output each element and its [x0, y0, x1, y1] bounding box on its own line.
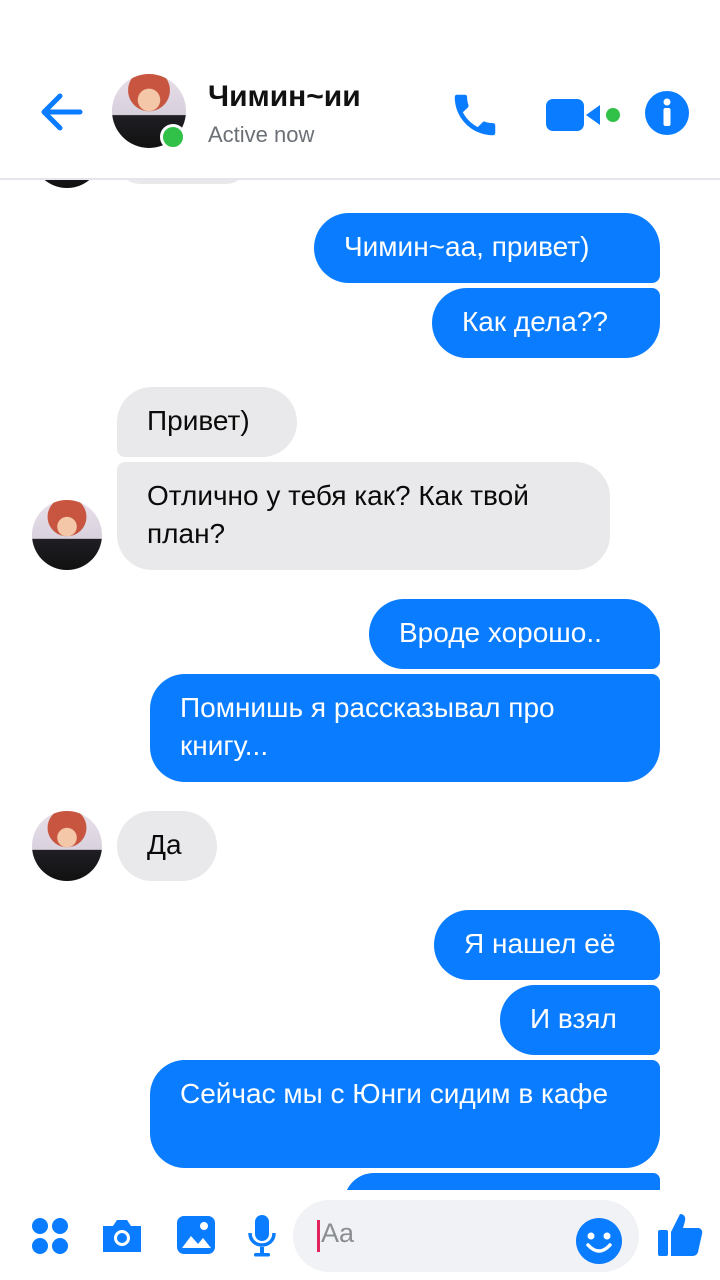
- message-bubble-outgoing[interactable]: Сейчас мы с Юнги сидим в кафе: [150, 1060, 660, 1168]
- message-bubble-outgoing[interactable]: Вроде хорошо..: [369, 599, 660, 669]
- contact-avatar[interactable]: [112, 74, 186, 150]
- gallery-icon[interactable]: [175, 1214, 217, 1256]
- message-bubble-outgoing[interactable]: Помнишь я рассказывал про книгу...: [150, 674, 660, 782]
- message-thread[interactable]: Чимин~аа, привет) Как дела?? Привет) Отл…: [0, 180, 720, 1190]
- message-composer: Aa: [0, 1190, 720, 1280]
- video-call-icon[interactable]: [544, 92, 626, 138]
- active-status: Active now: [208, 122, 315, 147]
- message-bubble-partial[interactable]: [118, 180, 248, 184]
- info-icon[interactable]: [644, 90, 690, 136]
- message-input[interactable]: Aa: [293, 1200, 639, 1272]
- message-bubble-outgoing[interactable]: И взял: [500, 985, 660, 1055]
- camera-icon[interactable]: [99, 1216, 145, 1256]
- contact-mini-avatar: [32, 500, 102, 570]
- message-bubble-partial[interactable]: [344, 1173, 660, 1190]
- message-bubble-incoming[interactable]: Отлично у тебя как? Как твой план?: [117, 462, 610, 570]
- message-bubble-outgoing[interactable]: Как дела??: [432, 288, 660, 358]
- contact-mini-avatar: [32, 811, 102, 881]
- message-bubble-outgoing[interactable]: Чимин~аа, привет): [314, 213, 660, 283]
- online-status-dot: [160, 124, 186, 150]
- apps-icon[interactable]: [30, 1216, 70, 1256]
- message-input-placeholder: Aa: [321, 1218, 355, 1248]
- message-bubble-outgoing[interactable]: Я нашел её: [434, 910, 660, 980]
- phone-call-icon[interactable]: [448, 88, 502, 142]
- contact-mini-avatar: [32, 180, 102, 188]
- back-arrow-icon[interactable]: [36, 86, 88, 138]
- message-bubble-incoming[interactable]: Да: [117, 811, 217, 881]
- emoji-icon[interactable]: [574, 1216, 624, 1266]
- thumbs-up-icon[interactable]: [656, 1210, 704, 1258]
- message-bubble-incoming[interactable]: Привет): [117, 387, 297, 457]
- conversation-header: Чимин~ии Active now: [0, 0, 720, 180]
- contact-name[interactable]: Чимин~ии: [208, 80, 361, 114]
- microphone-icon[interactable]: [247, 1213, 277, 1257]
- text-caret: [317, 1220, 320, 1252]
